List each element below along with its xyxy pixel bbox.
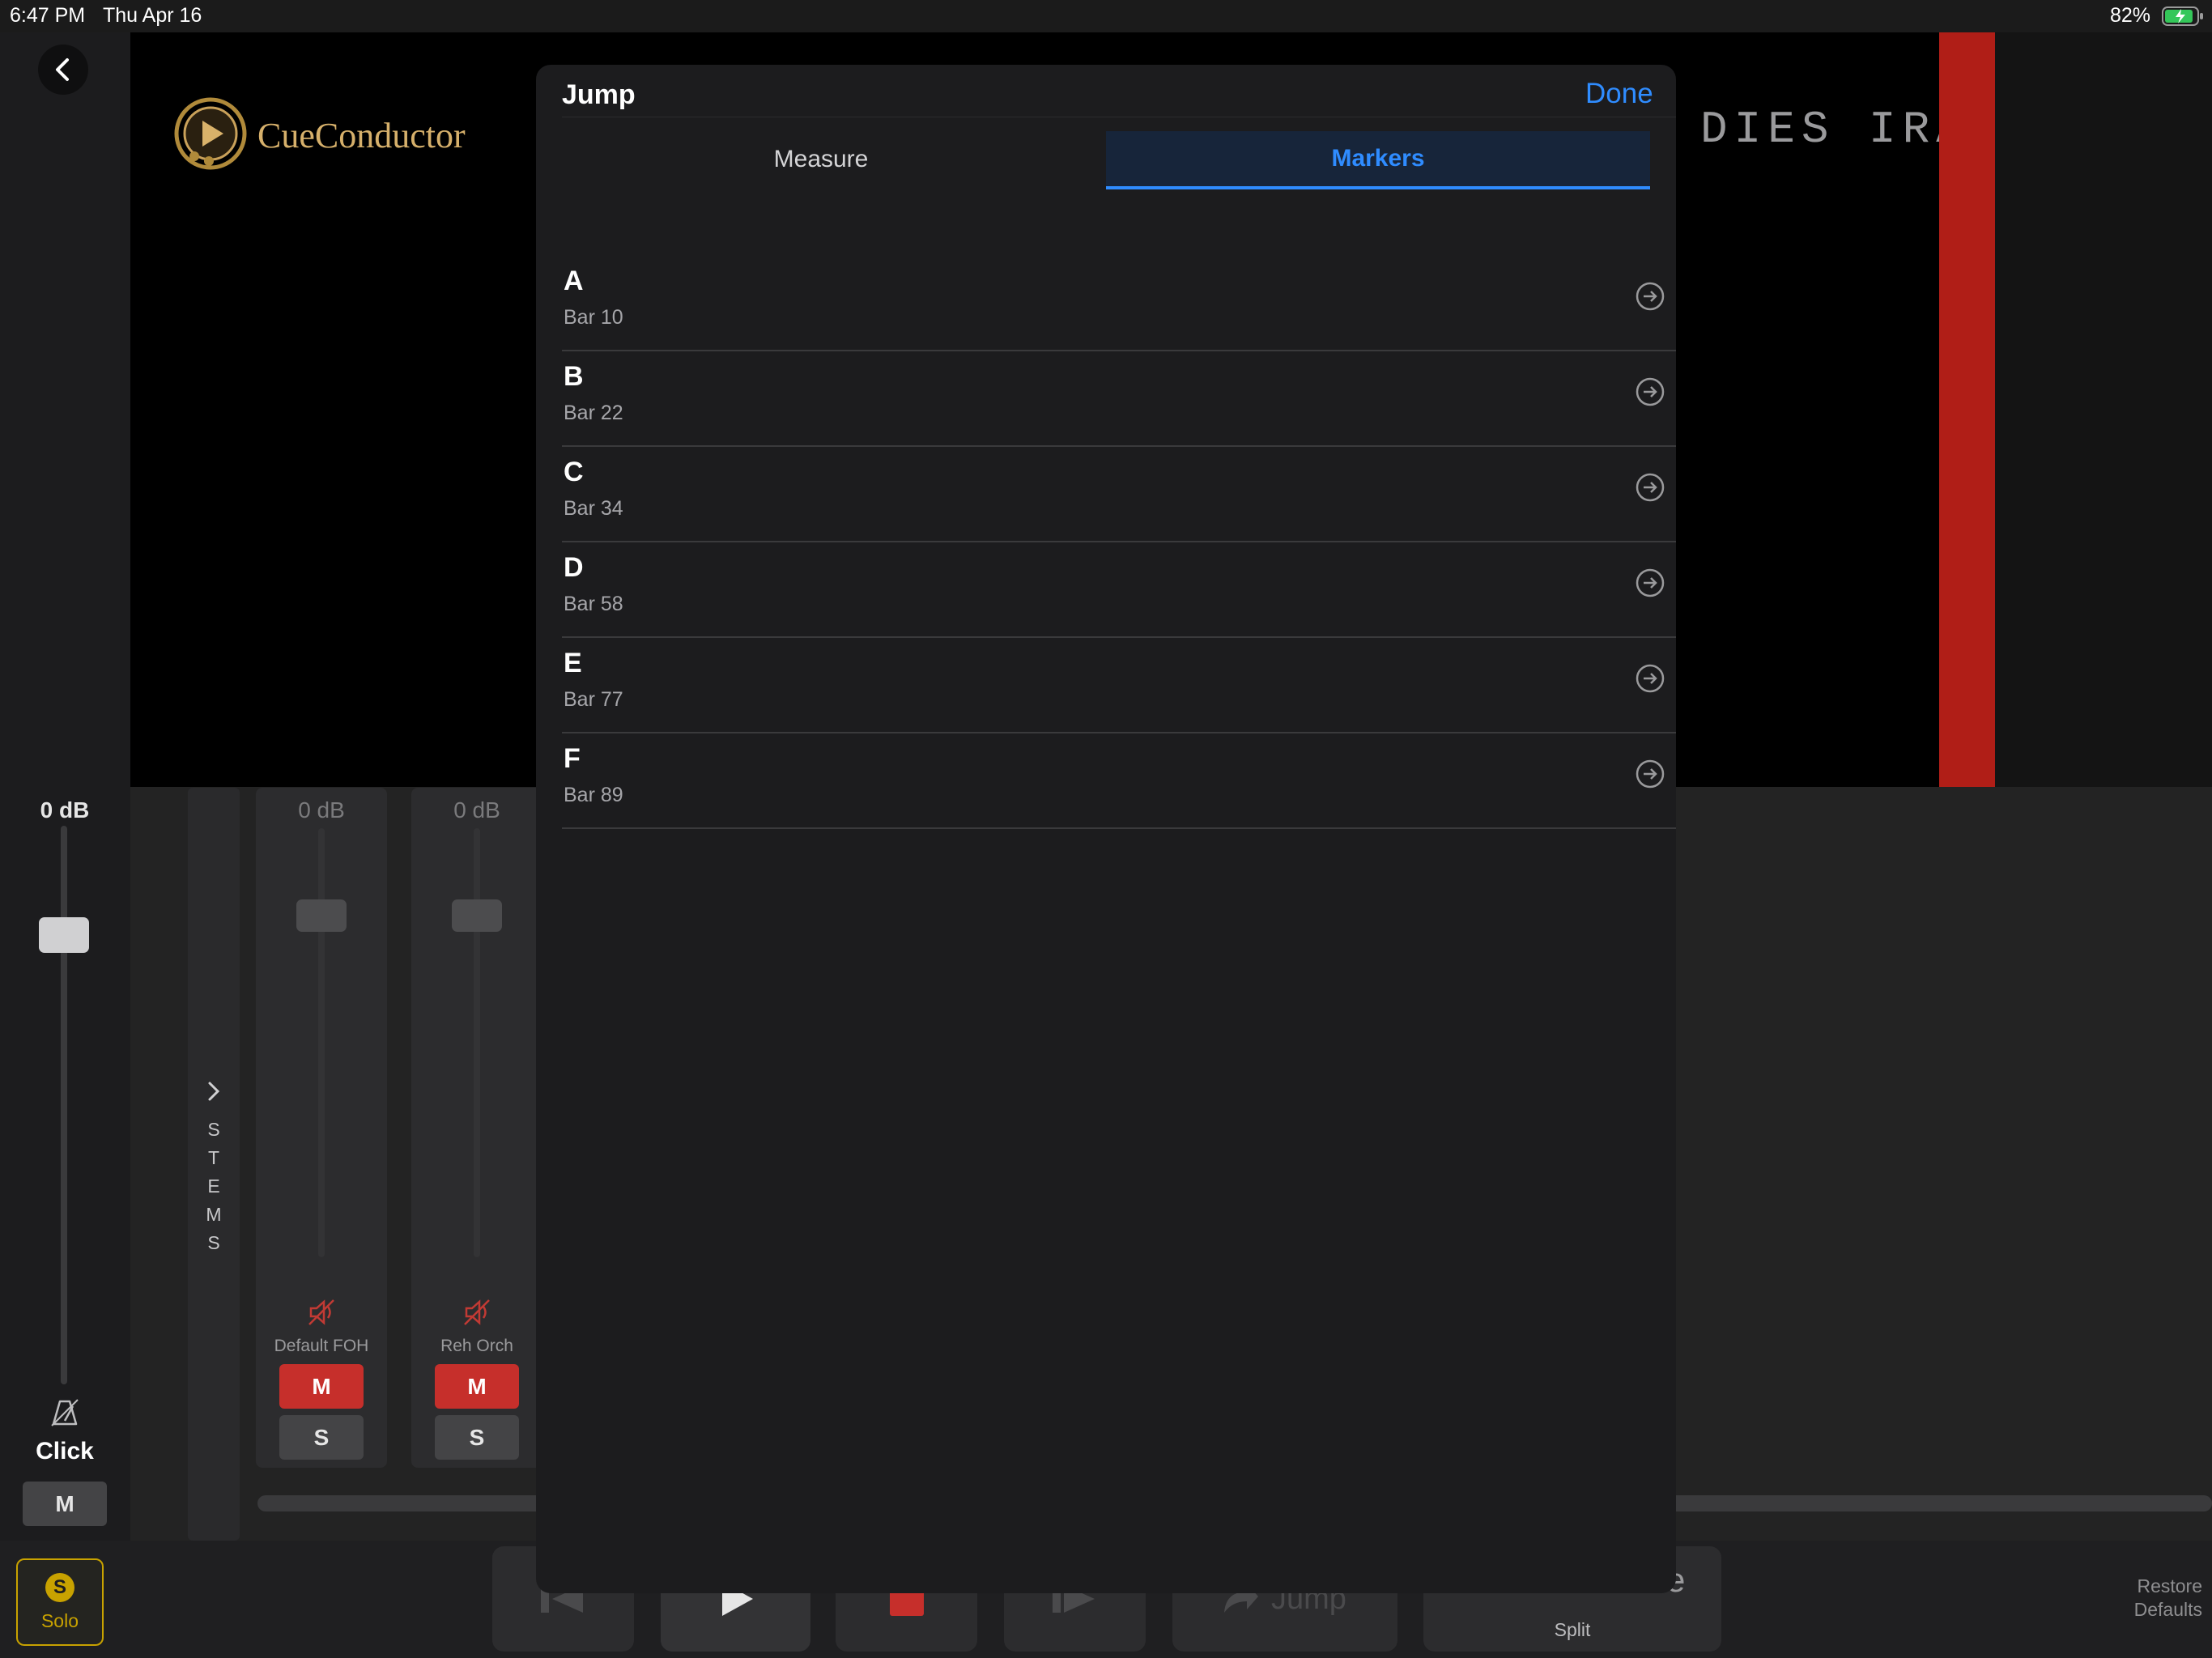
channel-name: Default FOH: [274, 1337, 369, 1355]
click-label: Click: [36, 1438, 94, 1465]
chevron-left-icon: [56, 58, 69, 81]
channel-name: Reh Orch: [440, 1337, 513, 1355]
channel-fader-thumb[interactable]: [296, 899, 347, 932]
mode-sublabel: Split: [1554, 1619, 1591, 1640]
click-fader-track[interactable]: [61, 826, 67, 1384]
channel-db-label: 0 dB: [298, 797, 345, 823]
arrow-right-circle-icon[interactable]: [1636, 664, 1665, 693]
marker-indicator: [1939, 32, 1995, 787]
channel-strip-reh-orch: 0 dB Reh Orch M S: [411, 788, 542, 1468]
jump-modal: Jump Done Measure Markers A Bar 10 B Bar…: [536, 65, 1676, 1593]
battery-icon: [2162, 6, 2204, 26]
marker-row[interactable]: A Bar 10: [562, 254, 1676, 351]
marker-name: A: [564, 266, 584, 296]
arrow-right-circle-icon[interactable]: [1636, 473, 1665, 502]
channel-solo-button[interactable]: S: [279, 1415, 364, 1460]
arrow-right-circle-icon[interactable]: [1636, 377, 1665, 406]
marker-name: B: [564, 361, 584, 392]
solo-button[interactable]: S Solo: [16, 1558, 104, 1646]
stems-letter: S: [207, 1119, 220, 1140]
solo-badge: S: [45, 1573, 74, 1602]
click-fader-thumb[interactable]: [39, 917, 89, 953]
marker-row[interactable]: B Bar 22: [562, 350, 1676, 447]
speaker-muted-icon: [464, 1299, 490, 1325]
marker-bar: Bar 77: [564, 688, 623, 711]
metronome-icon: [49, 1397, 81, 1429]
stems-letter: S: [207, 1232, 220, 1253]
restore-line-2: Defaults: [2133, 1599, 2202, 1620]
arrow-right-circle-icon[interactable]: [1636, 282, 1665, 311]
channel-fader-track[interactable]: [318, 828, 325, 1257]
brand-name: CueConductor: [257, 116, 466, 155]
channel-mute-button[interactable]: M: [435, 1364, 519, 1409]
solo-label: Solo: [40, 1610, 79, 1631]
restore-defaults-button[interactable]: Restore Defaults: [2073, 1575, 2202, 1622]
marker-name: F: [564, 743, 581, 774]
marker-row[interactable]: C Bar 34: [562, 445, 1676, 542]
arrow-right-circle-icon[interactable]: [1636, 568, 1665, 597]
channel-solo-button[interactable]: S: [435, 1415, 519, 1460]
chevron-right-icon: [208, 1082, 220, 1101]
back-button[interactable]: [38, 45, 88, 95]
channel-mute-button[interactable]: M: [279, 1364, 364, 1409]
done-button[interactable]: Done: [1585, 78, 1653, 110]
marker-name: E: [564, 648, 582, 678]
channel-fader-track[interactable]: [474, 828, 480, 1257]
stems-letter: T: [207, 1147, 220, 1168]
channel-db-label: 0 dB: [453, 797, 500, 823]
restore-line-1: Restore: [2137, 1575, 2202, 1596]
click-db-label: 0 dB: [40, 797, 90, 823]
stems-letter: E: [207, 1175, 220, 1197]
battery-percent: 82%: [2110, 4, 2151, 27]
arrow-right-circle-icon[interactable]: [1636, 759, 1665, 789]
stems-letter: M: [206, 1204, 222, 1225]
marker-bar: Bar 22: [564, 402, 623, 424]
marker-name: D: [564, 552, 584, 583]
marker-row[interactable]: D Bar 58: [562, 541, 1676, 638]
marker-bar: Bar 89: [564, 784, 623, 806]
marker-bar: Bar 34: [564, 497, 623, 520]
channel-fader-thumb[interactable]: [452, 899, 502, 932]
marker-bar: Bar 58: [564, 593, 623, 615]
status-bar: 6:47 PM Thu Apr 16 82%: [0, 0, 2212, 32]
marker-bar: Bar 10: [564, 306, 623, 329]
modal-title: Jump: [562, 79, 636, 110]
status-date: Thu Apr 16: [103, 4, 202, 27]
marker-row[interactable]: E Bar 77: [562, 636, 1676, 733]
stems-tab[interactable]: S T E M S: [188, 788, 240, 1541]
marker-name: C: [564, 457, 584, 487]
tab-measure[interactable]: Measure: [536, 131, 1106, 188]
marker-row[interactable]: F Bar 89: [562, 732, 1676, 829]
status-time: 6:47 PM: [10, 4, 86, 27]
brand-logo-icon: [170, 93, 251, 174]
channel-strip-default-foh: 0 dB Default FOH M S: [256, 788, 387, 1468]
tab-markers[interactable]: Markers: [1106, 131, 1650, 189]
click-mute-button[interactable]: M: [23, 1482, 107, 1526]
speaker-muted-icon: [308, 1299, 334, 1325]
